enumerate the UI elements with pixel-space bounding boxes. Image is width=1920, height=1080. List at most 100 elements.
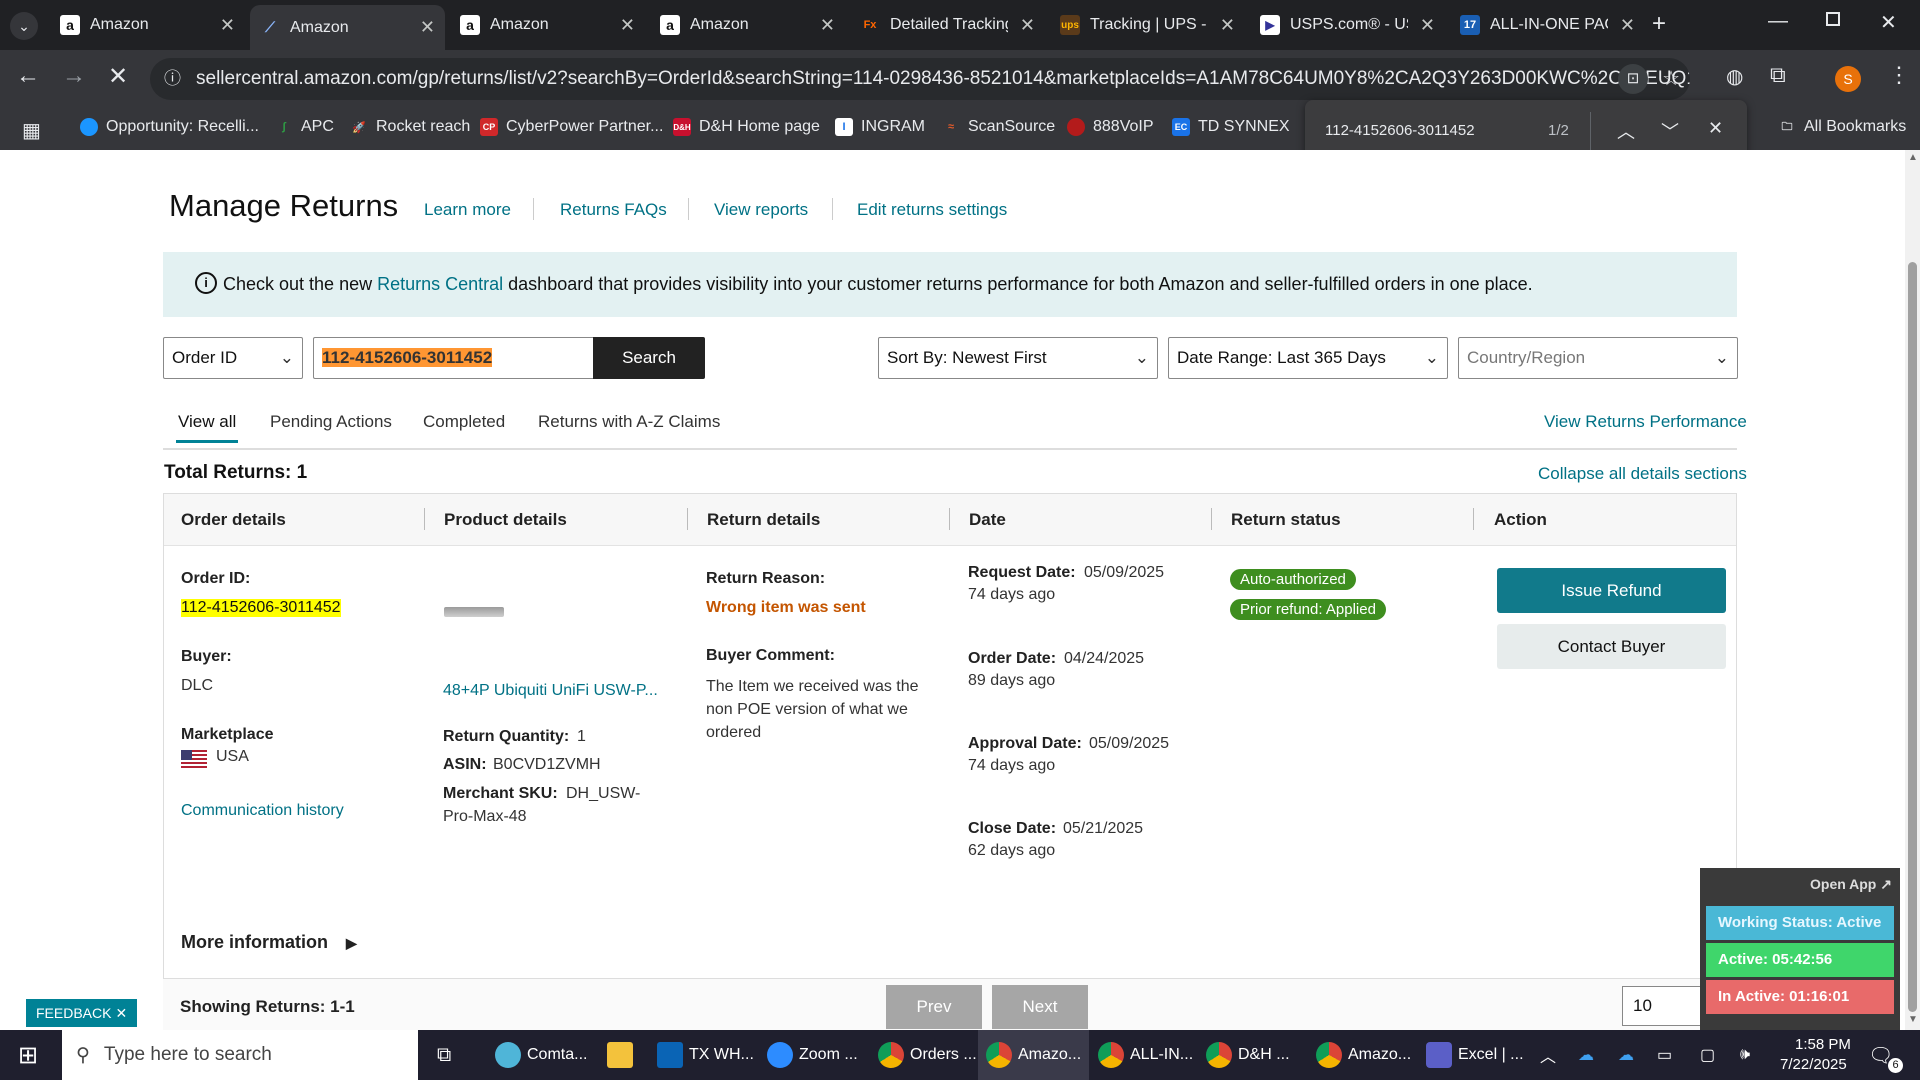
feedback-button[interactable]: FEEDBACK ✕ <box>26 999 138 1027</box>
browser-tab[interactable]: 17 ALL-IN-ONE PAC ✕ <box>1450 6 1645 44</box>
taskbar-search[interactable]: ⚲ Type here to search <box>62 1030 418 1080</box>
close-icon[interactable]: ✕ <box>115 1005 127 1021</box>
find-next-icon[interactable]: ﹀ <box>1661 118 1679 144</box>
task-view-icon[interactable]: ⧉ <box>437 1030 451 1080</box>
tray-chevron-icon[interactable]: ︿ <box>1540 1030 1556 1080</box>
clock-date[interactable]: 7/22/2025 <box>1780 1056 1847 1073</box>
find-previous-icon[interactable]: ︿ <box>1617 118 1635 144</box>
search-input[interactable]: 112-4152606-3011452 <box>313 337 595 379</box>
bookmark-item[interactable]: D&H D&H Home page <box>673 118 820 136</box>
bookmark-item[interactable]: I INGRAM <box>835 118 925 136</box>
taskbar-app[interactable]: D&H ... <box>1206 1030 1290 1080</box>
onedrive-icon[interactable]: ☁ <box>1618 1030 1634 1080</box>
close-tab-icon[interactable]: ✕ <box>220 15 235 36</box>
puzzle-icon[interactable]: ⧉ <box>1770 62 1786 88</box>
new-tab-icon[interactable]: + <box>1652 10 1666 38</box>
bookmark-item[interactable]: CP CyberPower Partner... <box>480 118 663 136</box>
view-reports-link[interactable]: View reports <box>714 200 808 220</box>
product-name-link[interactable]: 48+4P Ubiquiti UniFi USW-P... <box>443 682 658 700</box>
notifications-icon[interactable]: 🗨 <box>1868 1030 1893 1080</box>
prev-button[interactable]: Prev <box>886 985 982 1029</box>
contact-buyer-button[interactable]: Contact Buyer <box>1497 624 1726 669</box>
address-bar[interactable]: ⓘ sellercentral.amazon.com/gp/returns/li… <box>150 58 1690 100</box>
bookmark-item[interactable]: ∫ APC <box>275 118 333 136</box>
product-thumbnail[interactable] <box>444 607 504 617</box>
browser-tab[interactable]: ▶ USPS.com® - US ✕ <box>1250 6 1445 44</box>
battery-icon[interactable]: ▭ <box>1657 1030 1672 1080</box>
lens-icon[interactable]: ⊡ <box>1618 64 1648 94</box>
scroll-down-icon[interactable]: ▼ <box>1908 1014 1918 1025</box>
forward-icon[interactable]: → <box>62 62 86 90</box>
clock-time[interactable]: 1:58 PM <box>1795 1036 1851 1053</box>
tab-a-z-claims[interactable]: Returns with A-Z Claims <box>538 412 720 432</box>
restore-icon[interactable] <box>1826 12 1840 26</box>
tab-pending-actions[interactable]: Pending Actions <box>270 412 392 432</box>
bookmark-item[interactable]: ≈ ScanSource <box>942 118 1055 136</box>
country-region-select[interactable]: Country/Region ⌄ <box>1458 337 1738 379</box>
issue-refund-button[interactable]: Issue Refund <box>1497 568 1726 613</box>
browser-tab[interactable]: a Amazon ✕ <box>50 6 245 44</box>
bookmark-star-icon[interactable]: ☆ <box>1662 58 1680 100</box>
bookmark-item[interactable]: Opportunity: Recelli... <box>80 118 259 136</box>
close-tab-icon[interactable]: ✕ <box>420 17 435 38</box>
extensions-icon[interactable]: ◍ <box>1726 64 1743 89</box>
returns-central-link[interactable]: Returns Central <box>377 274 503 294</box>
taskbar-app-active[interactable]: Amazo... <box>978 1030 1090 1080</box>
close-window-icon[interactable]: ✕ <box>1880 10 1897 35</box>
start-button[interactable]: ⊞ <box>18 1030 38 1080</box>
find-input[interactable]: 112-4152606-3011452 <box>1325 122 1475 139</box>
learn-more-link[interactable]: Learn more <box>424 200 511 220</box>
volume-icon[interactable]: 🕪 <box>1740 1030 1750 1080</box>
date-range-select[interactable]: Date Range: Last 365 Days ⌄ <box>1168 337 1448 379</box>
tab-search-dropdown-icon[interactable]: ⌄ <box>10 12 38 40</box>
tab-completed[interactable]: Completed <box>423 412 505 432</box>
taskbar-app[interactable]: Excel | ... <box>1426 1030 1524 1080</box>
open-app-button[interactable]: Open App ↗ <box>1810 876 1892 893</box>
file-explorer-icon[interactable] <box>607 1030 639 1080</box>
search-button[interactable]: Search <box>593 337 705 379</box>
bookmark-item[interactable]: 🚀 Rocket reach <box>350 118 470 136</box>
apps-grid-icon[interactable]: ▦ <box>22 118 41 143</box>
taskbar-app[interactable]: ALL-IN... <box>1098 1030 1193 1080</box>
all-bookmarks[interactable]: 🗀 All Bookmarks <box>1778 118 1907 136</box>
browser-tab[interactable]: ups Tracking | UPS - U ✕ <box>1050 6 1245 44</box>
menu-icon[interactable]: ⋮ <box>1888 62 1910 88</box>
minimize-icon[interactable]: — <box>1768 10 1788 33</box>
stop-loading-icon[interactable]: ✕ <box>108 62 128 91</box>
browser-tab[interactable]: Fx Detailed Tracking ✕ <box>850 6 1045 44</box>
taskbar-app[interactable]: Zoom ... <box>767 1030 858 1080</box>
communication-history-link[interactable]: Communication history <box>181 802 344 820</box>
sort-select[interactable]: Sort By: Newest First ⌄ <box>878 337 1158 379</box>
profile-avatar[interactable]: S <box>1835 66 1861 92</box>
browser-tab[interactable]: a Amazon ✕ <box>650 6 845 44</box>
edit-returns-settings-link[interactable]: Edit returns settings <box>857 200 1007 220</box>
taskbar-app[interactable]: Orders ... <box>878 1030 977 1080</box>
find-close-icon[interactable]: ✕ <box>1708 118 1723 139</box>
view-returns-performance-link[interactable]: View Returns Performance <box>1544 412 1747 432</box>
next-button[interactable]: Next <box>992 985 1088 1029</box>
scroll-up-icon[interactable]: ▲ <box>1908 152 1918 163</box>
taskbar-app[interactable]: TX WH... <box>657 1030 754 1080</box>
taskbar-app[interactable]: Comta... <box>495 1030 587 1080</box>
close-tab-icon[interactable]: ✕ <box>1420 15 1435 36</box>
bookmark-item[interactable]: EC TD SYNNEX <box>1172 118 1290 136</box>
search-by-select[interactable]: Order ID ⌄ <box>163 337 303 379</box>
close-tab-icon[interactable]: ✕ <box>820 15 835 36</box>
collapse-all-link[interactable]: Collapse all details sections <box>1538 464 1747 484</box>
close-tab-icon[interactable]: ✕ <box>1020 15 1035 36</box>
close-tab-icon[interactable]: ✕ <box>1220 15 1235 36</box>
returns-faqs-link[interactable]: Returns FAQs <box>560 200 667 220</box>
close-tab-icon[interactable]: ✕ <box>1620 15 1635 36</box>
more-information-toggle[interactable]: More information ▶ <box>181 932 357 953</box>
back-icon[interactable]: ← <box>16 62 40 90</box>
browser-tab-active[interactable]: ⟋ Amazon ✕ <box>250 5 445 50</box>
network-icon[interactable]: ▢ <box>1700 1030 1715 1080</box>
browser-tab[interactable]: a Amazon ✕ <box>450 6 645 44</box>
scroll-thumb[interactable] <box>1908 262 1917 1012</box>
tab-view-all[interactable]: View all <box>178 412 236 432</box>
page-scrollbar[interactable]: ▲ ▼ <box>1905 150 1920 1030</box>
close-tab-icon[interactable]: ✕ <box>620 15 635 36</box>
site-info-icon[interactable]: ⓘ <box>164 58 181 100</box>
taskbar-app[interactable]: Amazo... <box>1316 1030 1411 1080</box>
onedrive-icon[interactable]: ☁ <box>1578 1030 1594 1080</box>
